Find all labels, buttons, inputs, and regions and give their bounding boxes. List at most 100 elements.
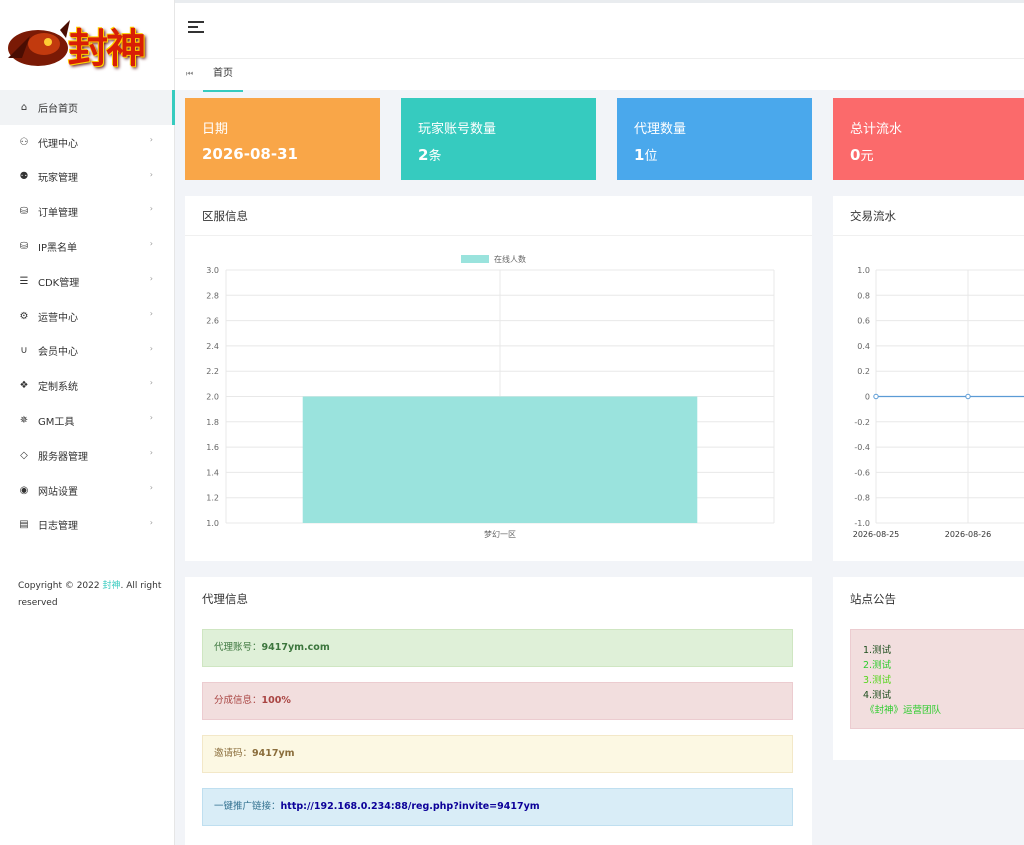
server-online-chart: 在线人数 3.0 2.8 2.6 2.4 2.2 2.0 1.8 1.6 1.4 1.2 1.0 梦幻一… xyxy=(206,254,775,539)
dragon-emblem-icon xyxy=(8,20,70,66)
sidebar-item-label: 代理中心 xyxy=(38,138,78,150)
sidebar-item-label: 后台首页 xyxy=(38,103,78,115)
stat-value: 0元 xyxy=(850,145,1007,164)
x-tick-label: 2026-08-26 xyxy=(945,530,992,539)
stat-value: 1位 xyxy=(634,145,795,164)
stat-number: 1 xyxy=(634,146,645,164)
chevron-right-icon: › xyxy=(149,169,153,179)
chevron-right-icon: › xyxy=(149,378,153,388)
sidebar-item[interactable]: ⛁ IP黑名单 › xyxy=(0,229,175,264)
notice-line: 1.测试 xyxy=(863,645,892,656)
copyright-prefix: Copyright © 2022 xyxy=(18,581,103,591)
stat-value: 2026-08-31 xyxy=(202,145,363,163)
sidebar-item[interactable]: ☰ CDK管理 › xyxy=(0,264,175,299)
sidebar-item[interactable]: ⌂ 后台首页 xyxy=(0,90,175,125)
sidebar-item[interactable]: ✵ GM工具 › xyxy=(0,403,175,438)
stat-value: 2条 xyxy=(418,145,579,164)
promo-link-alert: 一键推广链接：http://192.168.0.234:88/reg.php?i… xyxy=(202,788,793,826)
sidebar-item[interactable]: ⛁ 订单管理 › xyxy=(0,194,175,229)
server-info-panel: 区服信息 在线人数 3.0 2.8 2.6 2.4 2.2 2.0 1.8 1.6 1.4 1.2 1… xyxy=(185,196,812,561)
stat-number: 2 xyxy=(418,146,429,164)
agent-account-alert: 代理账号：9417ym.com xyxy=(202,629,793,667)
chevron-right-icon: › xyxy=(149,517,153,527)
y-tick-label: 1.0 xyxy=(857,266,870,275)
y-tick-label: 1.0 xyxy=(206,519,219,528)
agent-info-panel: 代理信息 代理账号：9417ym.com 分成信息：100% 邀请码：9417y… xyxy=(185,577,812,845)
chevron-right-icon: › xyxy=(149,413,153,423)
y-tick-label: 1.6 xyxy=(206,443,219,452)
y-tick-label: 1.2 xyxy=(206,494,219,503)
notice-line: 2.测试 xyxy=(863,660,892,671)
trade-flow-chart: 1.0 0.8 0.6 0.4 0.2 0 -0.2 -0.4 -0.6 -0.8 -1.0 2026… xyxy=(853,266,1024,539)
promo-link-label: 一键推广链接： xyxy=(214,801,281,812)
invite-code-value: 9417ym xyxy=(252,748,295,759)
stat-unit: 条 xyxy=(428,149,442,164)
notice-box: 1.测试 2.测试 3.测试 4.测试 《封神》运营团队 xyxy=(850,629,1024,729)
sidebar-item[interactable]: ❖ 定制系统 › xyxy=(0,368,175,403)
sidebar-item-label: 运营中心 xyxy=(38,312,78,324)
y-tick-label: 0.2 xyxy=(857,367,870,376)
bug-icon: ✵ xyxy=(19,415,29,427)
promo-link-value[interactable]: http://192.168.0.234:88/reg.php?invite=9… xyxy=(281,801,540,812)
chevron-right-icon: › xyxy=(149,273,153,283)
stat-number: 2026-08-31 xyxy=(202,145,298,163)
sidebar-item-label: 订单管理 xyxy=(38,208,78,220)
database-plus-icon: ⛁ xyxy=(19,241,29,253)
tab-home[interactable]: 首页 xyxy=(203,59,243,92)
sidebar-item-label: GM工具 xyxy=(38,417,75,429)
sidebar-nav: ⌂ 后台首页 ⚇ 代理中心 › ⚉ 玩家管理 › ⛁ 订单管理 › ⛁ IP黑名单 › ☰ CDK管理 › ⚙ 运营… xyxy=(0,90,175,542)
commission-value: 100% xyxy=(261,695,291,706)
database-plus-icon: ⛁ xyxy=(19,206,29,218)
copyright: Copyright © 2022 封神. All right reserved xyxy=(18,578,168,612)
agent-account-label: 代理账号： xyxy=(214,642,262,653)
stat-label: 总计流水 xyxy=(850,122,903,137)
commission-alert: 分成信息：100% xyxy=(202,682,793,720)
stat-label: 日期 xyxy=(202,122,229,137)
stat-label: 玩家账号数量 xyxy=(418,122,497,137)
sidebar-item[interactable]: ∪ 会员中心 › xyxy=(0,334,175,369)
gear-icon: ⚙ xyxy=(19,310,29,322)
stat-card: 总计流水 0元 xyxy=(833,98,1024,180)
chat-icon: ▤ xyxy=(19,519,29,531)
sidebar-item[interactable]: ⚙ 运营中心 › xyxy=(0,299,175,334)
y-tick-label: 3.0 xyxy=(206,266,219,275)
sidebar-item-label: 定制系统 xyxy=(38,382,78,394)
copyright-brand-link[interactable]: 封神 xyxy=(102,581,120,591)
globe-icon: ◉ xyxy=(19,484,29,496)
invite-code-alert: 邀请码：9417ym xyxy=(202,735,793,773)
legend-label: 在线人数 xyxy=(494,254,526,264)
y-tick-label: -0.2 xyxy=(854,418,870,427)
breadcrumb: ⏮ 首页 xyxy=(175,58,1024,92)
sidebar-item[interactable]: ⚇ 代理中心 › xyxy=(0,125,175,160)
stat-unit: 元 xyxy=(860,149,874,164)
skip-back-icon[interactable]: ⏮ xyxy=(186,69,193,79)
trade-title: 交易流水 xyxy=(833,196,1024,236)
stat-unit: 位 xyxy=(644,149,658,164)
sidebar-item-label: 会员中心 xyxy=(38,347,78,359)
users-icon: ⚉ xyxy=(19,171,29,183)
y-tick-label: 2.6 xyxy=(206,317,219,326)
y-tick-label: -0.4 xyxy=(854,443,870,452)
sidebar-item-label: 玩家管理 xyxy=(38,173,78,185)
sidebar-item-label: 网站设置 xyxy=(38,486,78,498)
y-tick-label: 2.2 xyxy=(206,367,219,376)
sidebar-item[interactable]: ▤ 日志管理 › xyxy=(0,508,175,543)
server-info-title: 区服信息 xyxy=(185,196,812,236)
notice-line: 4.测试 xyxy=(863,690,892,701)
sidebar-item[interactable]: ◉ 网站设置 › xyxy=(0,473,175,508)
chevron-right-icon: › xyxy=(149,239,153,249)
diamond-icon: ◇ xyxy=(20,449,28,461)
x-tick-label: 2026-08-25 xyxy=(853,530,900,539)
notice-panel: 站点公告 1.测试 2.测试 3.测试 4.测试 《封神》运营团队 xyxy=(833,577,1024,760)
logo[interactable]: 封神 xyxy=(0,8,170,78)
sidebar-item[interactable]: ◇ 服务器管理 › xyxy=(0,438,175,473)
y-tick-label: -0.6 xyxy=(854,468,870,477)
users-outline-icon: ⚇ xyxy=(19,136,29,148)
commission-label: 分成信息： xyxy=(214,695,262,706)
sidebar-item[interactable]: ⚉ 玩家管理 › xyxy=(0,160,175,195)
stat-label: 代理数量 xyxy=(634,122,687,137)
menu-toggle-icon[interactable] xyxy=(188,21,204,35)
stat-card: 玩家账号数量 2条 xyxy=(401,98,596,180)
notice-signature: 《封神》运营团队 xyxy=(865,705,942,716)
chevron-right-icon: › xyxy=(149,343,153,353)
